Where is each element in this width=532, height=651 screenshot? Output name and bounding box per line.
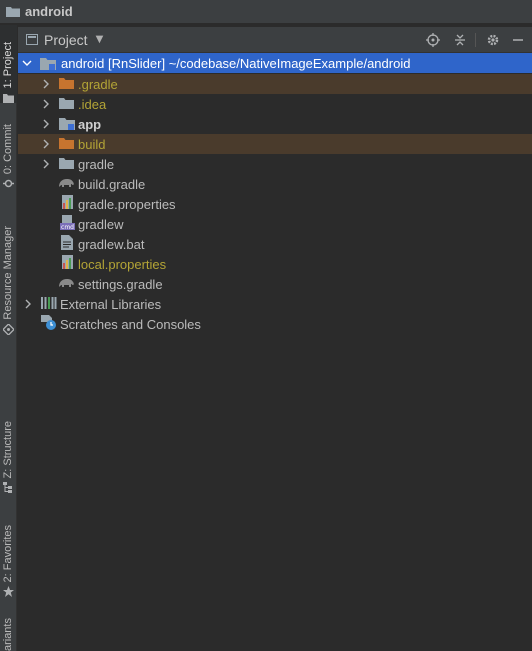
breadcrumb-android[interactable]: android — [25, 4, 73, 19]
chevron-down-icon[interactable] — [22, 58, 32, 68]
tree-row-app[interactable]: app — [18, 114, 532, 134]
project-panel-header: Project ▼ — [18, 27, 532, 53]
star-icon — [3, 586, 14, 597]
chevron-right-icon[interactable] — [23, 299, 33, 309]
ide-window: android 1: Project 0: Commit Resource Ma… — [0, 0, 532, 651]
tool-tab-favorites[interactable]: 2: Favorites — [0, 509, 17, 597]
tree-label: gradle.properties — [78, 196, 176, 212]
structure-icon — [3, 482, 14, 493]
left-tool-strip: 1: Project 0: Commit Resource Manager Z:… — [0, 25, 17, 651]
chevron-down-icon: ▼ — [95, 34, 104, 45]
tree-row-root[interactable]: android [RnSlider] ~/codebase/NativeImag… — [18, 53, 532, 73]
root-name: android — [61, 55, 105, 71]
tool-tab-commit[interactable]: 0: Commit — [0, 117, 17, 189]
chevron-right-icon[interactable] — [41, 119, 51, 129]
tree-row-build-gradle[interactable]: build.gradle — [18, 174, 532, 194]
tool-tab-build-variants[interactable]: ariants — [0, 615, 17, 651]
tree-label: Scratches and Consoles — [60, 316, 201, 332]
project-view-label: Project — [44, 31, 88, 48]
tree-row-gradlew-bat[interactable]: gradlew.bat — [18, 234, 532, 254]
excluded-folder-icon — [59, 137, 75, 151]
tree-label: gradlew.bat — [78, 236, 145, 252]
tool-tab-resource-manager[interactable]: Resource Manager — [0, 211, 17, 336]
chevron-right-icon[interactable] — [41, 139, 51, 149]
chevron-right-icon[interactable] — [41, 159, 51, 169]
folder-icon — [59, 157, 75, 171]
tree-label: local.properties — [78, 256, 167, 272]
module-folder-icon — [59, 116, 75, 130]
tree-row-local-properties[interactable]: local.properties — [18, 254, 532, 274]
tree-label: settings.gradle — [78, 276, 163, 292]
text-file-icon — [61, 235, 77, 250]
tool-tab-build-variants-label: ariants — [2, 617, 14, 651]
root-module: [RnSlider] — [108, 55, 166, 71]
project-view-icon — [26, 34, 38, 45]
tree-label: External Libraries — [60, 296, 162, 312]
tree-label: .idea — [78, 96, 107, 112]
shell-script-icon: cmd — [60, 215, 76, 231]
excluded-folder-icon — [59, 77, 75, 91]
tree-row-dot-gradle[interactable]: .gradle — [18, 74, 532, 94]
project-view-selector[interactable]: Project ▼ — [26, 30, 103, 50]
chevron-right-icon[interactable] — [41, 99, 51, 109]
properties-file-icon — [61, 255, 77, 269]
header-divider — [475, 33, 476, 47]
tool-tab-favorites-label: 2: Favorites — [2, 524, 14, 582]
tool-tab-project[interactable]: 1: Project — [0, 25, 17, 103]
tool-tab-project-label: 1: Project — [2, 41, 14, 88]
tree-row-build[interactable]: build — [18, 134, 532, 154]
tree-row-gradlew[interactable]: cmd gradlew — [18, 214, 532, 234]
tree-label: gradlew — [78, 216, 124, 232]
tree-label: app — [78, 116, 102, 132]
tree-label: gradle — [78, 156, 115, 172]
folder-icon — [59, 97, 75, 111]
folder-icon — [3, 92, 14, 103]
commit-icon — [3, 178, 14, 189]
tree-row-dot-idea[interactable]: .idea — [18, 94, 532, 114]
tree-row-scratches[interactable]: Scratches and Consoles — [18, 314, 532, 334]
tool-tab-structure-label: Z: Structure — [2, 420, 14, 478]
tree-label: build — [78, 136, 106, 152]
tree-row-external-libraries[interactable]: External Libraries — [18, 294, 532, 314]
project-tree: android [RnSlider] ~/codebase/NativeImag… — [18, 53, 532, 651]
tree-label: .gradle — [78, 76, 118, 92]
tree-row-settings-gradle[interactable]: settings.gradle — [18, 274, 532, 294]
gradle-elephant-icon — [58, 277, 74, 291]
tool-tab-structure[interactable]: Z: Structure — [0, 409, 17, 493]
tree-row-gradle-properties[interactable]: gradle.properties — [18, 194, 532, 214]
tool-tab-commit-label: 0: Commit — [2, 123, 14, 174]
minimize-icon[interactable] — [510, 32, 526, 48]
tree-label: build.gradle — [78, 176, 146, 192]
tree-row-gradle[interactable]: gradle — [18, 154, 532, 174]
properties-file-icon — [61, 195, 77, 209]
collapse-all-icon[interactable] — [452, 32, 468, 48]
module-folder-icon — [40, 56, 56, 70]
resource-manager-icon — [2, 323, 15, 336]
gradle-elephant-icon — [58, 177, 74, 191]
folder-icon — [6, 6, 20, 17]
svg-text:cmd: cmd — [61, 224, 74, 230]
locate-icon[interactable] — [425, 32, 441, 48]
gear-icon[interactable] — [485, 32, 501, 48]
library-icon — [41, 296, 57, 310]
root-path: ~/codebase/NativeImageExample/android — [168, 55, 411, 71]
navigation-bar: android — [0, 0, 532, 24]
tool-tab-resource-manager-label: Resource Manager — [2, 226, 14, 320]
scratches-icon — [41, 315, 57, 330]
chevron-right-icon[interactable] — [41, 79, 51, 89]
